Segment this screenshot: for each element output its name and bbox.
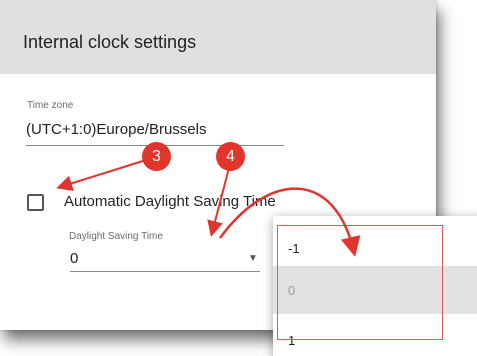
- dialog-header: Internal clock settings: [0, 0, 436, 74]
- time-zone-label: Time zone: [27, 100, 74, 111]
- daylight-saving-time-underline: [70, 271, 260, 272]
- daylight-saving-time-label: Daylight Saving Time: [69, 231, 163, 242]
- callout-marker-4: 4: [216, 142, 245, 171]
- time-zone-select[interactable]: (UTC+1:0)Europe/Brussels: [26, 121, 206, 138]
- daylight-saving-time-dropdown: -1 0 1: [273, 216, 477, 356]
- daylight-saving-time-select[interactable]: 0: [70, 250, 78, 267]
- dialog-title: Internal clock settings: [23, 32, 197, 52]
- dropdown-option-label: 1: [288, 333, 296, 348]
- chevron-down-icon[interactable]: ▼: [248, 253, 258, 264]
- dropdown-option-0[interactable]: 0: [273, 266, 477, 314]
- dropdown-option-label: -1: [288, 241, 300, 256]
- dropdown-option-minus-1[interactable]: -1: [273, 224, 477, 272]
- dropdown-option-label: 0: [288, 283, 296, 298]
- screenshot-stage: Internal clock settings Time zone (UTC+1…: [0, 0, 477, 356]
- dropdown-option-1[interactable]: 1: [273, 316, 477, 356]
- automatic-dst-checkbox[interactable]: [27, 194, 44, 211]
- callout-marker-3: 3: [142, 142, 171, 171]
- automatic-dst-label[interactable]: Automatic Daylight Saving Time: [64, 193, 276, 210]
